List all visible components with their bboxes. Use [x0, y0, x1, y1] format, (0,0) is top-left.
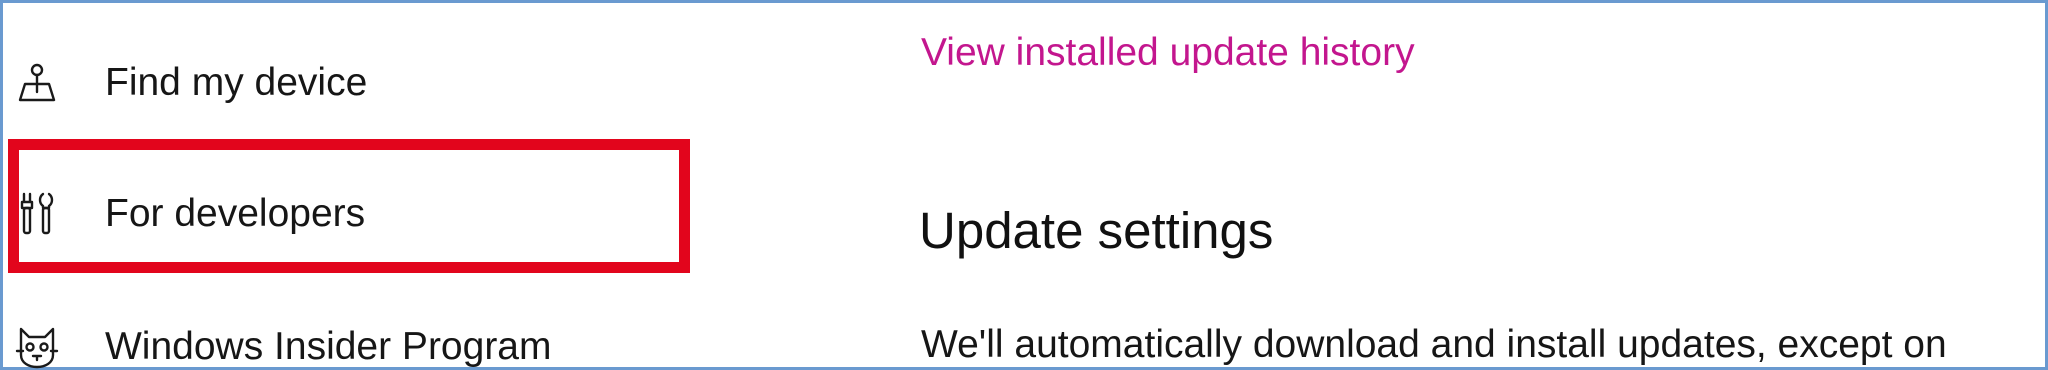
nav-item-windows-insider-program[interactable]: Windows Insider Program — [15, 307, 551, 370]
highlight-annotation — [8, 139, 690, 273]
nav-item-find-my-device[interactable]: Find my device — [15, 43, 367, 123]
find-device-icon — [15, 61, 59, 105]
insider-cat-icon — [15, 325, 59, 369]
update-settings-heading: Update settings — [919, 202, 1274, 259]
settings-window: Find my device For developers Windows In… — [0, 0, 2048, 370]
update-settings-description: We'll automatically download and install… — [921, 323, 1947, 366]
nav-item-label: Find my device — [105, 61, 368, 104]
view-update-history-link[interactable]: View installed update history — [921, 31, 1415, 75]
nav-item-label: Windows Insider Program — [105, 325, 552, 368]
